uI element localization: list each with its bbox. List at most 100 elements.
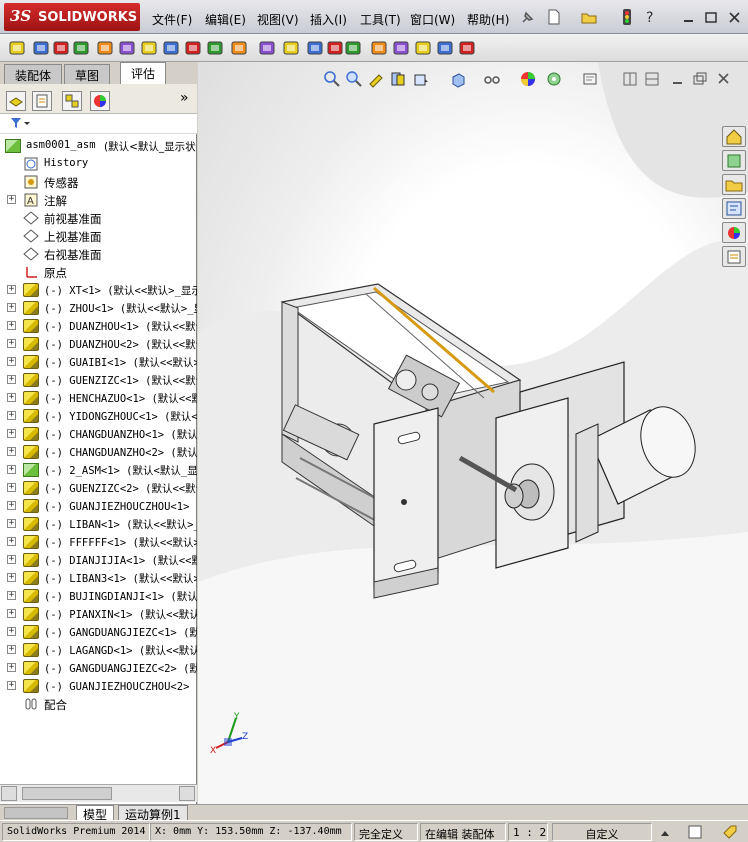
assembly-feature-icon[interactable] [32, 39, 50, 57]
minimize-icon[interactable] [680, 9, 698, 27]
menu-window[interactable]: 窗口(W) [410, 11, 455, 28]
tree-component[interactable]: + (-) DUANZHOU<2> (默认<<默认 [0, 335, 197, 353]
graphics-area[interactable]: Y X Z [198, 62, 748, 804]
mate-icon[interactable] [52, 39, 70, 57]
solidworks-logo[interactable]: 3S SOLIDWORKS [4, 3, 140, 31]
edit-appearance-icon[interactable] [519, 70, 537, 88]
measure-icon[interactable] [370, 39, 388, 57]
tree-component[interactable]: + (-) LAGANGD<1> (默认<<默认 [0, 641, 197, 659]
expand-toggle-icon[interactable]: + [7, 339, 16, 348]
viewport-minimize-icon[interactable] [669, 70, 687, 88]
property-manager-tab-icon[interactable] [32, 91, 52, 111]
expand-toggle-icon[interactable]: + [7, 393, 16, 402]
tree-component[interactable]: + (-) FFFFFF<1> (默认<<默认>_ [0, 533, 197, 551]
units-dropdown-arrow-icon[interactable] [660, 827, 670, 840]
expand-toggle-icon[interactable]: + [7, 681, 16, 690]
expand-toggle-icon[interactable]: + [7, 555, 16, 564]
menu-tools[interactable]: 工具(T) [360, 11, 401, 28]
expand-toggle-icon[interactable]: + [7, 663, 16, 672]
status-units[interactable]: 自定义 [552, 823, 652, 841]
close-icon[interactable] [726, 9, 744, 27]
tab-model[interactable]: 模型 [76, 805, 115, 822]
tree-component[interactable]: + (-) DIANJIJIA<1> (默认<<默 [0, 551, 197, 569]
expand-toggle-icon[interactable]: + [7, 627, 16, 636]
pin-icon[interactable] [518, 9, 536, 27]
new-motion-study-icon[interactable] [206, 39, 224, 57]
menu-view[interactable]: 视图(V) [257, 11, 299, 28]
hole-alignment-icon[interactable] [344, 39, 362, 57]
mass-properties-icon[interactable] [392, 39, 410, 57]
tree-component[interactable]: + (-) GANGDUANGJIEZC<1> (默认 [0, 623, 197, 641]
zoom-to-fit-icon[interactable] [323, 70, 341, 88]
move-component-icon[interactable] [118, 39, 136, 57]
help-icon[interactable]: ? [642, 8, 660, 26]
scroll-thumb[interactable] [22, 787, 112, 800]
expand-toggle-icon[interactable]: + [7, 195, 16, 204]
expand-toggle-icon[interactable]: + [7, 537, 16, 546]
expand-toggle-icon[interactable]: + [7, 465, 16, 474]
expand-toggle-icon[interactable]: + [7, 375, 16, 384]
new-document-icon[interactable] [545, 8, 563, 26]
tree-component[interactable]: + (-) GUANJIEZHOUCZHOU<2> (默 [0, 677, 197, 695]
tree-component[interactable]: + (-) DUANZHOU<1> (默认<<默认 [0, 317, 197, 335]
tree-component[interactable]: + (-) CHANGDUANZHO<1> (默认<< [0, 425, 197, 443]
expand-panel-icon[interactable]: » [180, 90, 189, 106]
tag-icon[interactable] [722, 824, 738, 842]
tab-sketch[interactable]: 草图 [64, 64, 111, 84]
smart-dimension-icon[interactable] [8, 39, 26, 57]
menu-insert[interactable]: 插入(I) [310, 11, 347, 28]
menu-help[interactable]: 帮助(H) [467, 11, 509, 28]
tree-component[interactable]: + (-) GUENZIZC<1> (默认<<默认 [0, 371, 197, 389]
expand-toggle-icon[interactable]: + [7, 411, 16, 420]
tree-item-plane[interactable]: 上视基准面 [0, 227, 197, 245]
tree-root-assembly[interactable]: asm0001_asm (默认<默认_显示状 [0, 137, 197, 155]
tree-item-plane[interactable]: 前视基准面 [0, 209, 197, 227]
tree-item-annotation[interactable]: + A 注解 [0, 191, 197, 209]
display-manager-tab-icon[interactable] [90, 91, 110, 111]
expand-toggle-icon[interactable]: + [7, 591, 16, 600]
tree-item-sensor[interactable]: 传感器 [0, 173, 197, 191]
tree-horizontal-scrollbar[interactable] [0, 784, 197, 802]
tree-component[interactable]: + (-) GANGDUANGJIEZC<2> (默认 [0, 659, 197, 677]
custom-properties-icon[interactable] [722, 246, 746, 267]
tab-evaluate[interactable]: 评估 [120, 62, 167, 84]
tab-motion-study[interactable]: 运动算例1 [118, 805, 188, 822]
section-properties-icon[interactable] [414, 39, 432, 57]
expand-toggle-icon[interactable]: + [7, 573, 16, 582]
scroll-right-button[interactable] [179, 786, 195, 801]
expand-toggle-icon[interactable]: + [7, 285, 16, 294]
tree-component[interactable]: + (-) PIANXIN<1> (默认<<默认 [0, 605, 197, 623]
tab-scroll-arrows[interactable] [4, 807, 68, 819]
linear-pattern-icon[interactable] [72, 39, 90, 57]
expand-toggle-icon[interactable]: + [7, 501, 16, 510]
section-view-icon[interactable] [389, 70, 407, 88]
view-settings-icon[interactable] [581, 70, 599, 88]
configuration-manager-tab-icon[interactable] [62, 91, 82, 111]
expand-toggle-icon[interactable]: + [7, 357, 16, 366]
expand-toggle-icon[interactable]: + [7, 609, 16, 618]
tree-component[interactable]: + (-) XT<1> (默认<<默认>_显示 [0, 281, 197, 299]
tree-component[interactable]: + (-) GUAIBI<1> (默认<<默认> [0, 353, 197, 371]
expand-toggle-icon[interactable]: + [7, 519, 16, 528]
viewport-tile-icon[interactable] [621, 70, 639, 88]
apply-scene-icon[interactable] [545, 70, 563, 88]
tree-component[interactable]: + (-) 2_ASM<1> (默认<默认_显 [0, 461, 197, 479]
appearance-icon[interactable] [458, 39, 476, 57]
tree-component[interactable]: + (-) CHANGDUANZHO<2> (默认<< [0, 443, 197, 461]
status-help-icon[interactable] [688, 825, 702, 842]
tree-component[interactable]: + (-) GUENZIZC<2> (默认<<默认 [0, 479, 197, 497]
viewport-restore-icon[interactable] [691, 70, 709, 88]
scroll-left-button[interactable] [1, 786, 17, 801]
tree-item-history[interactable]: History [0, 155, 197, 173]
tree-item-origin[interactable]: 原点 [0, 263, 197, 281]
assembly-model[interactable] [198, 62, 748, 804]
solidworks-resources-icon[interactable] [722, 126, 746, 147]
appearances-scenes-icon[interactable] [722, 222, 746, 243]
interference-detection-icon[interactable] [306, 39, 324, 57]
tree-component[interactable]: + (-) GUANJIEZHOUCZHOU<1> (默 [0, 497, 197, 515]
bill-of-materials-icon[interactable] [230, 39, 248, 57]
menu-file[interactable]: 文件(F) [152, 11, 192, 28]
display-style-icon[interactable] [449, 70, 467, 88]
expand-toggle-icon[interactable]: + [7, 483, 16, 492]
expand-toggle-icon[interactable]: + [7, 447, 16, 456]
